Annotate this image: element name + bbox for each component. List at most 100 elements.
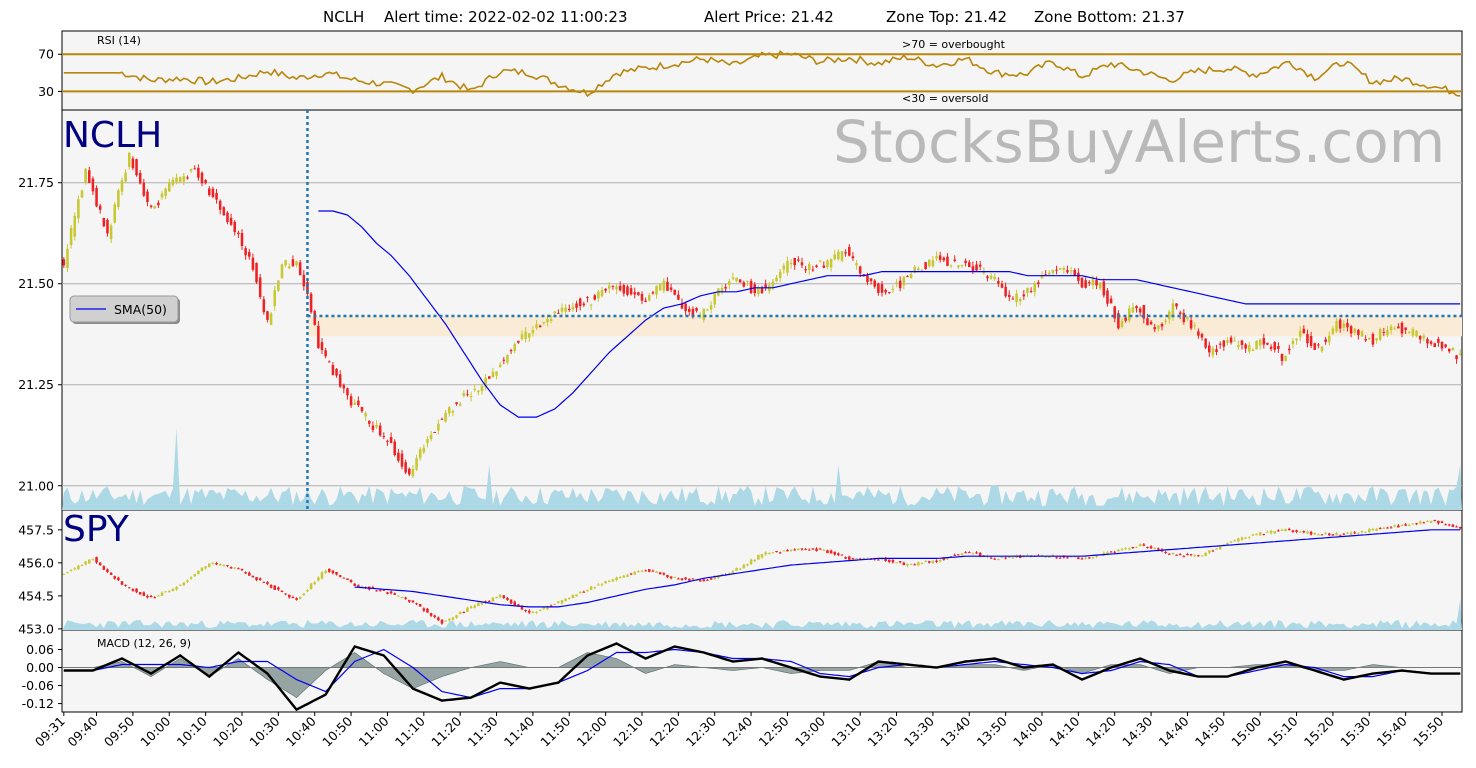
candle-body: [640, 570, 644, 572]
chart-title-zone-top: Zone Top: 21.42: [886, 8, 1007, 26]
candle-body: [208, 188, 211, 196]
candle-body: [906, 563, 909, 566]
candle-body: [320, 342, 324, 351]
alert-zone: [307, 316, 1462, 337]
candle-body: [77, 565, 80, 570]
candle-body: [622, 285, 626, 294]
candle-body: [164, 591, 167, 593]
candle-body: [477, 602, 480, 606]
candle-body: [324, 350, 327, 357]
candle-body: [1128, 548, 1131, 550]
candle-body: [502, 595, 506, 598]
candle-body: [869, 278, 873, 282]
candle-body: [793, 257, 796, 266]
x-tick-label: 12:30: [683, 713, 719, 749]
candle-body: [266, 311, 269, 320]
candle-body: [1051, 270, 1055, 273]
candle-body: [898, 561, 902, 563]
candle-body: [582, 303, 586, 306]
candle-body: [1244, 344, 1247, 349]
candle-body: [229, 567, 233, 569]
candle-body: [73, 568, 76, 570]
candle-body: [1146, 318, 1149, 326]
candle-body: [77, 199, 80, 219]
candle-body: [124, 172, 127, 182]
candle-body: [597, 584, 600, 586]
candle-body: [702, 579, 706, 582]
candle-body: [1320, 346, 1324, 352]
candle-body: [168, 590, 171, 592]
candle-body: [1433, 519, 1436, 521]
candle-body: [1346, 532, 1349, 534]
chart-title-zone-bottom: Zone Bottom: 21.37: [1034, 8, 1185, 26]
candle-body: [1048, 272, 1051, 275]
candle-body: [568, 597, 571, 599]
candle-body: [1342, 323, 1346, 328]
candle-body: [509, 599, 513, 604]
candle-body: [113, 204, 116, 223]
candle-body: [1320, 534, 1324, 536]
candle-body: [895, 282, 898, 284]
candle-body: [557, 312, 560, 314]
candle-body: [669, 287, 673, 290]
chart-title-symbol: NCLH: [323, 8, 364, 26]
x-tick-label: 09:31: [32, 714, 68, 750]
candle-body: [258, 277, 262, 298]
candle-body: [1338, 319, 1342, 329]
candle-body: [433, 432, 436, 434]
candle-body: [993, 276, 996, 280]
candle-body: [655, 571, 658, 573]
candle-body: [1408, 332, 1411, 334]
candle-body: [313, 311, 316, 325]
candle-body: [648, 295, 651, 301]
candle-body: [375, 590, 378, 592]
candle-body: [1437, 338, 1440, 343]
candle-body: [513, 344, 516, 352]
candle-body: [488, 600, 491, 602]
x-tick-label: 15:30: [1337, 713, 1373, 749]
candle-body: [1349, 326, 1353, 334]
candle-body: [204, 179, 207, 183]
candle-body: [1011, 557, 1015, 559]
candle-body: [1313, 343, 1316, 350]
candle-body: [1426, 520, 1429, 522]
candle-body: [840, 554, 844, 556]
candle-body: [1240, 537, 1244, 540]
candle-body: [1404, 524, 1407, 526]
candle-body: [309, 583, 313, 590]
candle-body: [466, 394, 469, 396]
candle-body: [1215, 349, 1218, 352]
candle-body: [273, 289, 276, 307]
candle-body: [1058, 557, 1062, 559]
candle-body: [1138, 308, 1142, 313]
candle-body: [1069, 270, 1073, 272]
candle-body: [331, 365, 335, 375]
chart-title-alert-price: Alert Price: 21.42: [704, 8, 834, 26]
candle-body: [829, 258, 833, 268]
x-tick-label: 12:00: [574, 713, 610, 749]
candle-body: [688, 579, 691, 581]
candle-body: [575, 594, 578, 597]
candle-body: [1237, 538, 1240, 542]
candle-body: [651, 292, 655, 294]
candle-body: [244, 572, 247, 574]
candle-body: [975, 552, 978, 554]
sma-legend: SMA(50): [69, 295, 180, 324]
candle-body: [458, 403, 462, 406]
candle-body: [931, 260, 935, 267]
candle-body: [1135, 305, 1138, 309]
candle-body: [1248, 344, 1251, 352]
candle-body: [1048, 556, 1051, 558]
candle-body: [1011, 298, 1015, 300]
candle-body: [600, 289, 604, 297]
candle-body: [1393, 525, 1396, 527]
candle-body: [1153, 326, 1156, 330]
candle-body: [131, 588, 135, 591]
candle-body: [608, 580, 611, 582]
candle-body: [193, 168, 196, 170]
candle-body: [528, 333, 531, 338]
candle-body: [560, 307, 564, 312]
candle-body: [495, 596, 498, 598]
candle-body: [1455, 526, 1458, 528]
candle-body: [1186, 317, 1189, 320]
